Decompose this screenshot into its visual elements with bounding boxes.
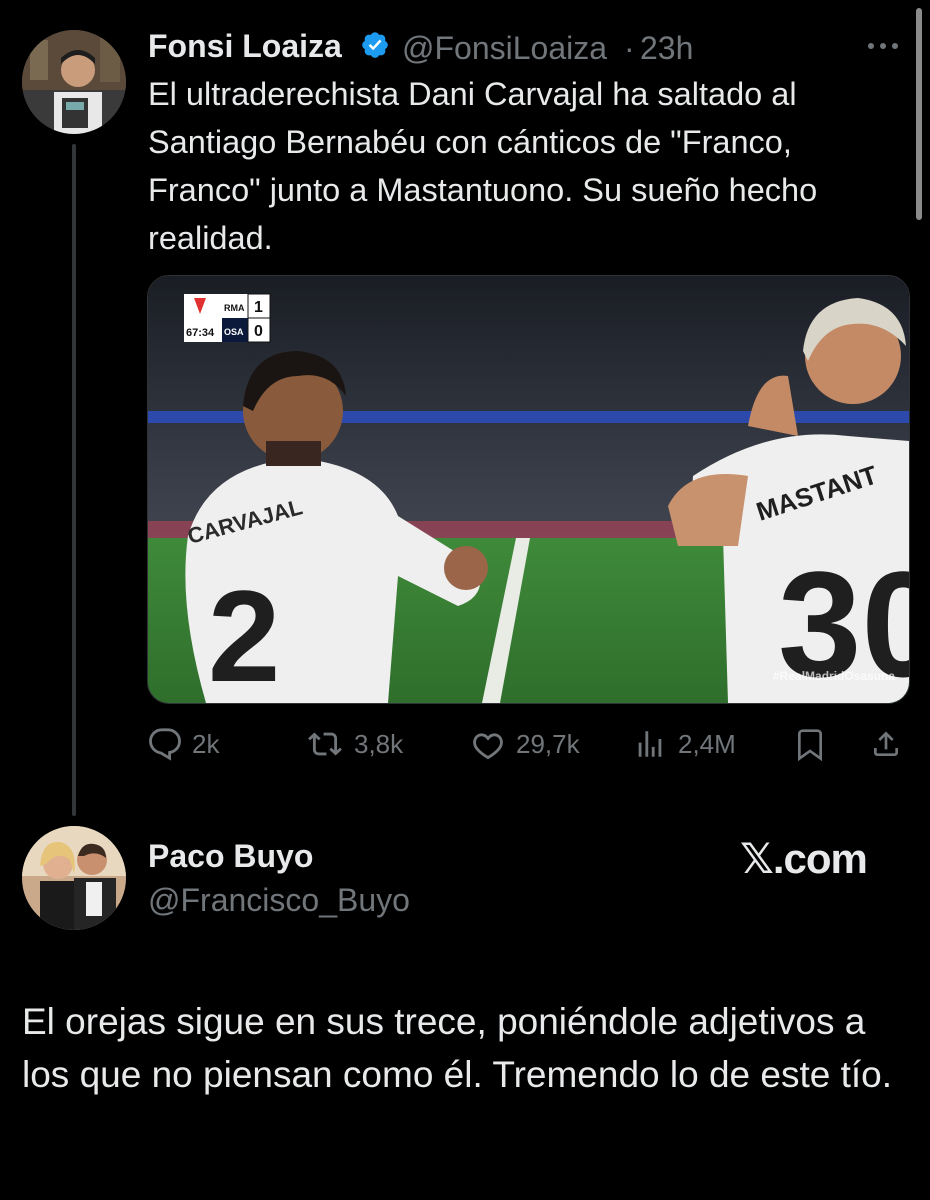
reply-icon xyxy=(149,728,181,761)
avatar-paco[interactable] xyxy=(22,826,126,930)
bookmark-icon xyxy=(798,729,822,761)
reply-author-name[interactable]: Paco Buyo xyxy=(148,838,313,875)
repost-icon xyxy=(308,732,342,756)
views-icon xyxy=(638,731,662,757)
tweet-media[interactable]: CARVAJAL 2 MASTANT 30 #RealMadridOsasuna… xyxy=(147,275,910,704)
like-icon xyxy=(473,733,503,760)
scoreboard-clock: 67:34 xyxy=(186,327,215,339)
reply-count: 2k xyxy=(192,728,220,759)
author-handle[interactable]: @FonsiLoaiza xyxy=(402,30,607,67)
more-icon[interactable] xyxy=(868,36,908,56)
repost-count: 3,8k xyxy=(354,728,404,759)
reply-text: El orejas sigue en sus trece, poniéndole… xyxy=(22,1001,893,1095)
separator-dot: · xyxy=(624,30,635,66)
scoreboard: 67:34 RMA OSA 1 0 xyxy=(184,293,271,343)
left-jersey-number: 2 xyxy=(208,563,280,703)
verified-icon xyxy=(362,32,388,58)
home-team: RMA xyxy=(224,303,245,313)
tweet-time[interactable]: 23h xyxy=(640,30,693,67)
share-icon xyxy=(874,731,898,756)
views-count: 2,4M xyxy=(678,728,736,759)
scrollbar[interactable] xyxy=(916,8,922,220)
reply-author-handle[interactable]: @Francisco_Buyo xyxy=(148,882,410,919)
tweet-text: El ultraderechista Dani Carvajal ha salt… xyxy=(148,76,818,256)
reply-button[interactable]: 2k xyxy=(148,722,219,766)
thread-line xyxy=(72,144,76,816)
repost-button[interactable]: 3,8k xyxy=(306,722,403,766)
away-team: OSA xyxy=(224,327,244,337)
share-button[interactable] xyxy=(870,722,902,766)
bookmark-button[interactable] xyxy=(794,722,826,766)
views-button[interactable]: 2,4M xyxy=(632,722,736,766)
like-button[interactable]: 29,7k xyxy=(470,722,580,766)
x-brand-logo: 𝕏.com xyxy=(740,835,868,882)
home-score: 1 xyxy=(254,299,263,316)
media-watermark: #RealMadridOsasuna xyxy=(773,669,895,683)
like-count: 29,7k xyxy=(516,728,580,759)
avatar-fonsi[interactable] xyxy=(22,30,126,134)
author-name[interactable]: Fonsi Loaiza xyxy=(148,28,342,65)
away-score: 0 xyxy=(254,323,263,340)
